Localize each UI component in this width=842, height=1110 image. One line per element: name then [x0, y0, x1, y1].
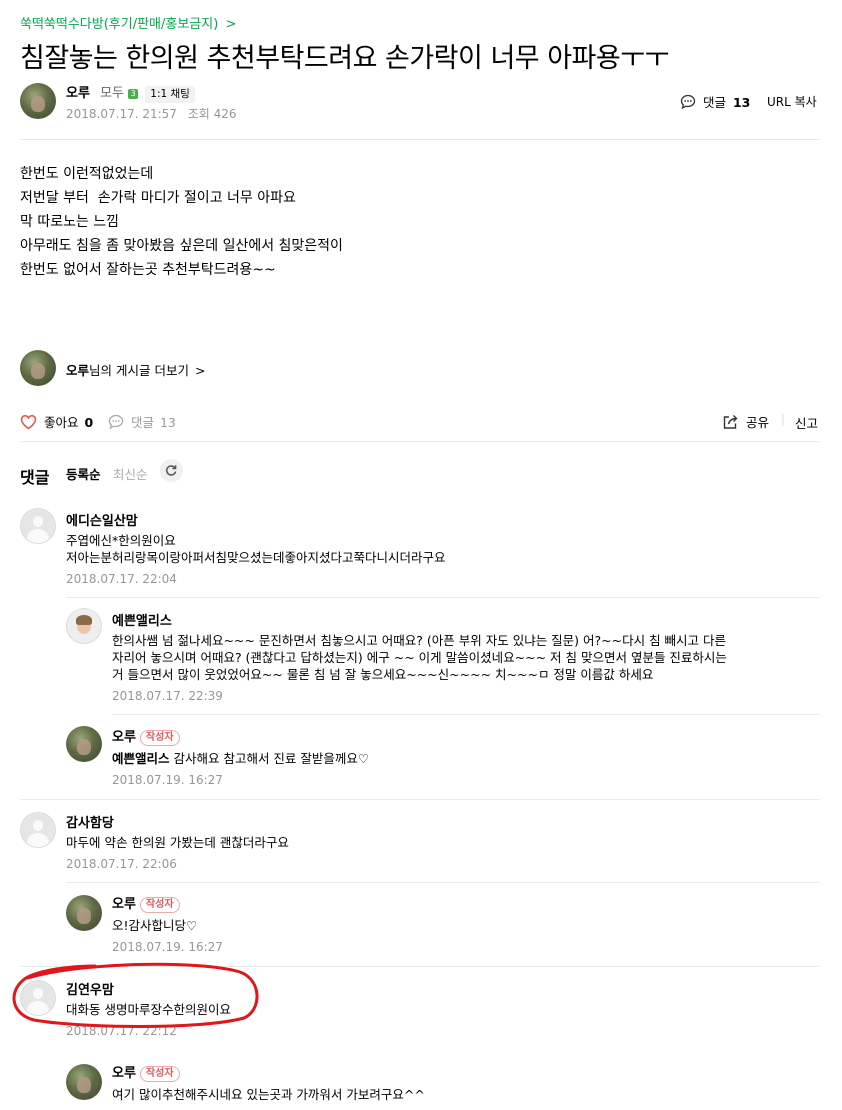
comment-item: 예쁜앨리스 한의사쌤 넘 젊나세요~~~ 문진하면서 침놓으시고 어때요? (아…: [112, 610, 727, 703]
comment-count-link[interactable]: 댓글 13: [680, 92, 750, 111]
commenter-avatar[interactable]: [66, 1064, 102, 1100]
post-meta: 2018.07.17. 21:57 조회 426: [66, 105, 237, 122]
comment-text: 대화동 생명마루장수한의원이요: [66, 1002, 231, 1017]
heart-icon: [20, 415, 37, 430]
author-avatar[interactable]: [20, 83, 56, 119]
more-posts-author: 오루: [66, 363, 90, 378]
commenter-name[interactable]: 오루: [112, 1066, 136, 1081]
author-badge: 작성자: [139, 1066, 180, 1082]
commenter-avatar[interactable]: [66, 608, 102, 644]
author-name[interactable]: 오루: [66, 86, 90, 101]
commenter-name[interactable]: 오루: [112, 897, 136, 912]
board-name: 쑥떡쑥떡수다방(후기/판매/홍보금지): [20, 17, 219, 32]
comment-item: 에디슨일산맘 주엽에신*한의원이요 저아는분허리랑목이랑아퍼서침맞으셨는데좋아지…: [66, 510, 446, 586]
header-divider: [20, 139, 820, 140]
post-body-line: 저번달 부터 손가락 마디가 절이고 너무 아파요: [20, 190, 296, 206]
report-button[interactable]: 신고: [795, 413, 818, 432]
comment-item: 오루 작성자 여기 많이추천해주시네요 있는곳과 가까워서 가보려구요^^: [112, 1062, 425, 1103]
chevron-right-icon: >: [225, 17, 237, 32]
comment-divider: [112, 714, 820, 715]
share-icon: [723, 415, 738, 429]
like-count: 0: [84, 415, 94, 430]
comment-action-label: 댓글: [130, 415, 154, 430]
chevron-right-icon: >: [194, 363, 206, 378]
like-label: 좋아요: [43, 415, 79, 430]
more-posts-avatar[interactable]: [20, 350, 56, 386]
comment-text-body: 감사해요 참고해서 진료 잘받을께요♡: [169, 751, 370, 766]
comment-text: 마두에 약손 한의원 가봤는데 괜찮더라구요: [66, 835, 289, 850]
comment-text: 한의사쌤 넘 젊나세요~~~ 문진하면서 침놓으시고 어때요? (아픈 부위 자…: [112, 633, 727, 682]
sort-recent-tab[interactable]: 최신순: [113, 464, 148, 483]
action-separator: |: [781, 412, 786, 426]
comment-divider: [66, 597, 820, 598]
comment-item: 오루 작성자 예쁜앨리스 감사해요 참고해서 진료 잘받을께요♡ 2018.07.…: [112, 726, 369, 787]
sort-register-tab[interactable]: 등록순: [66, 464, 101, 483]
comment-date: 2018.07.17. 22:04: [66, 572, 177, 586]
refresh-button[interactable]: [160, 459, 183, 482]
comment-item: 오루 작성자 오!감사합니당♡ 2018.07.19. 16:27: [112, 893, 223, 954]
author-badge: 작성자: [139, 897, 180, 913]
comment-date: 2018.07.19. 16:27: [112, 773, 223, 787]
comment-action-button[interactable]: 댓글 13: [108, 412, 176, 431]
comments-title: 댓글: [20, 468, 50, 487]
share-label: 공유: [745, 415, 769, 430]
comment-text: 오!감사합니당♡: [112, 918, 198, 933]
commenter-avatar[interactable]: [20, 812, 56, 848]
post-body-line: 한번도 없어서 잘하는곳 추천부탁드려용~~: [20, 262, 276, 278]
post-views: 조회 426: [187, 107, 237, 121]
author-row: 오루 모두 3 1:1 채팅: [66, 82, 195, 103]
like-button[interactable]: 좋아요 0: [20, 412, 93, 431]
author-badge: 작성자: [139, 730, 180, 746]
action-divider: [20, 441, 820, 442]
comment-text: 여기 많이추천해주시네요 있는곳과 가까워서 가보려구요^^: [112, 1087, 425, 1102]
more-posts-link[interactable]: 오루님의 게시글 더보기 >: [66, 360, 205, 379]
post-body-line: 한번도 이런적없었는데: [20, 166, 154, 182]
post-body-line: 막 따로노는 느낌: [20, 214, 120, 230]
commenter-name[interactable]: 에디슨일산맘: [66, 510, 446, 529]
chat-button[interactable]: 1:1 채팅: [145, 86, 195, 103]
commenter-avatar[interactable]: [20, 508, 56, 544]
commenter-name[interactable]: 감사함당: [66, 812, 289, 831]
comment-date: 2018.07.17. 22:39: [112, 689, 223, 703]
commenter-name[interactable]: 오루: [112, 730, 136, 745]
level-badge: 3: [128, 89, 139, 99]
comment-divider: [66, 882, 820, 883]
author-group: 모두: [100, 86, 124, 101]
comment-date: 2018.07.17. 22:12: [66, 1024, 177, 1038]
comment-action-count: 13: [159, 415, 176, 430]
mention[interactable]: 예쁜앨리스: [112, 751, 170, 766]
more-posts-label: 님의 게시글 더보기: [89, 363, 189, 378]
comment-bubble-icon: [108, 414, 124, 430]
comment-text: 주엽에신*한의원이요 저아는분허리랑목이랑아퍼서침맞으셨는데좋아지셨다고쭉다니시…: [66, 533, 446, 565]
commenter-name[interactable]: 김연우맘: [66, 979, 231, 998]
post-body-line: 아무래도 침을 좀 맞아봤음 싶은데 일산에서 침맞은적이: [20, 238, 343, 254]
commenter-avatar[interactable]: [66, 726, 102, 762]
comment-divider: [20, 799, 820, 800]
comment-date: 2018.07.19. 16:27: [112, 940, 223, 954]
post-title: 침잘놓는 한의원 추천부탁드려요 손가락이 너무 아파용ㅜㅜ: [20, 43, 669, 74]
comment-item: 감사함당 마두에 약손 한의원 가봤는데 괜찮더라구요 2018.07.17. …: [66, 812, 289, 871]
post-body: 한번도 이런적없었는데 저번달 부터 손가락 마디가 절이고 너무 아파요 막 …: [20, 162, 343, 282]
comment-date: 2018.07.17. 22:06: [66, 857, 177, 871]
share-button[interactable]: 공유: [722, 412, 769, 431]
comment-count-label: 댓글: [702, 95, 726, 110]
comment-divider: [20, 966, 820, 967]
url-copy-button[interactable]: URL 복사: [767, 93, 817, 110]
post-date: 2018.07.17. 21:57: [66, 107, 177, 121]
comment-bubble-icon: [680, 94, 696, 110]
comment-text: 예쁜앨리스 감사해요 참고해서 진료 잘받을께요♡: [112, 750, 369, 767]
commenter-avatar[interactable]: [66, 895, 102, 931]
commenter-avatar[interactable]: [20, 980, 56, 1016]
commenter-name[interactable]: 예쁜앨리스: [112, 610, 727, 629]
comment-count-value: 13: [732, 95, 751, 110]
comment-item: 김연우맘 대화동 생명마루장수한의원이요 2018.07.17. 22:12: [66, 979, 231, 1038]
refresh-icon: [166, 465, 177, 476]
board-link[interactable]: 쑥떡쑥떡수다방(후기/판매/홍보금지) >: [20, 13, 236, 32]
